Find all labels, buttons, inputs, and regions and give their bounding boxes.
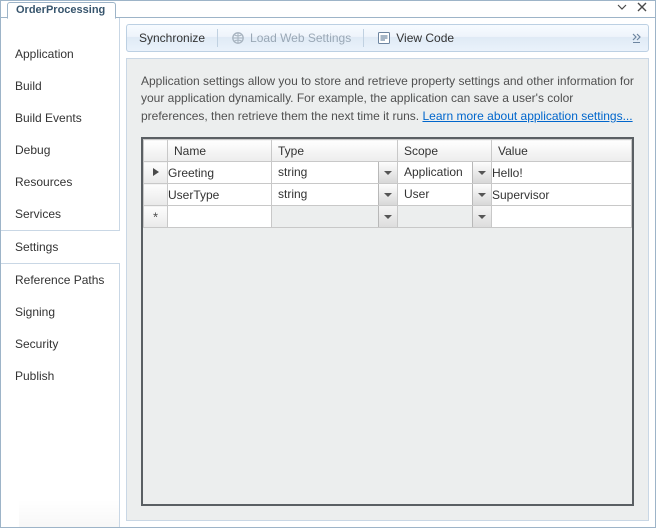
scope-value: User [398, 184, 472, 205]
column-header-scope[interactable]: Scope [398, 140, 492, 162]
dropdown-button[interactable] [472, 184, 491, 205]
type-value: string [272, 162, 378, 183]
dropdown-button[interactable] [472, 206, 491, 227]
chevron-down-icon [384, 171, 392, 175]
cell-value[interactable]: Hello! [492, 162, 632, 184]
table-row[interactable]: UserType string User [144, 184, 632, 206]
toolbar-separator [363, 29, 364, 47]
current-row-icon [152, 166, 160, 180]
chevron-down-icon [384, 193, 392, 197]
row-header[interactable] [144, 184, 168, 206]
scope-value [398, 206, 472, 227]
sidebar-item-debug[interactable]: Debug [1, 134, 119, 166]
chevron-down-icon [478, 171, 486, 175]
titlebar: OrderProcessing [1, 1, 655, 18]
sidebar-item-settings[interactable]: Settings [1, 230, 119, 264]
cell-name[interactable] [168, 206, 272, 228]
settings-grid[interactable]: Name Type Scope Value [141, 137, 634, 506]
sidebar-item-build-events[interactable]: Build Events [1, 102, 119, 134]
cell-value[interactable]: Supervisor [492, 184, 632, 206]
chevron-down-icon [478, 193, 486, 197]
toolbar-separator [217, 29, 218, 47]
synchronize-label: Synchronize [139, 31, 205, 45]
sidebar-item-application[interactable]: Application [1, 38, 119, 70]
grid-empty-area [143, 228, 632, 506]
dropdown-button[interactable] [378, 162, 397, 183]
view-code-icon [376, 30, 392, 46]
sidebar-item-services[interactable]: Services [1, 198, 119, 230]
view-code-button[interactable]: View Code [368, 28, 462, 48]
type-value [272, 206, 378, 227]
column-header-value[interactable]: Value [492, 140, 632, 162]
chevron-down-icon [478, 215, 486, 219]
toolbar: Synchronize Load Web Settings [126, 24, 649, 52]
cell-type[interactable]: string [272, 162, 398, 184]
row-selector-header [144, 140, 168, 162]
new-row-icon: * [153, 209, 158, 224]
row-header[interactable] [144, 162, 168, 184]
dropdown-button[interactable] [472, 162, 491, 183]
sidebar-item-build[interactable]: Build [1, 70, 119, 102]
cell-scope[interactable] [398, 206, 492, 228]
load-web-settings-button: Load Web Settings [222, 28, 359, 48]
table-row-new[interactable]: * [144, 206, 632, 228]
dropdown-button[interactable] [378, 206, 397, 227]
learn-more-link[interactable]: Learn more about application settings... [422, 109, 632, 123]
type-value: string [272, 184, 378, 205]
cell-type[interactable]: string [272, 184, 398, 206]
project-designer-window: OrderProcessing Application Build Build … [0, 0, 656, 528]
sidebar-item-signing[interactable]: Signing [1, 296, 119, 328]
table-row[interactable]: Greeting string Application [144, 162, 632, 184]
settings-panel: Application settings allow you to store … [126, 58, 649, 521]
load-web-settings-label: Load Web Settings [250, 31, 351, 45]
cell-value[interactable] [492, 206, 632, 228]
column-header-type[interactable]: Type [272, 140, 398, 162]
cell-scope[interactable]: User [398, 184, 492, 206]
view-code-label: View Code [396, 31, 454, 45]
description-text: Application settings allow you to store … [141, 73, 634, 125]
close-button[interactable] [637, 2, 651, 15]
sidebar: Application Build Build Events Debug Res… [1, 18, 120, 527]
cell-scope[interactable]: Application [398, 162, 492, 184]
sidebar-item-reference-paths[interactable]: Reference Paths [1, 264, 119, 296]
scope-value: Application [398, 162, 472, 183]
row-header[interactable]: * [144, 206, 168, 228]
dropdown-button[interactable] [378, 184, 397, 205]
cell-name[interactable]: UserType [168, 184, 272, 206]
chevron-down-icon [384, 215, 392, 219]
sidebar-item-publish[interactable]: Publish [1, 360, 119, 392]
column-header-name[interactable]: Name [168, 140, 272, 162]
sidebar-item-resources[interactable]: Resources [1, 166, 119, 198]
globe-icon [230, 30, 246, 46]
toolbar-overflow-button[interactable] [630, 29, 644, 47]
window-menu-button[interactable] [617, 2, 631, 15]
synchronize-button[interactable]: Synchronize [131, 29, 213, 47]
cell-type[interactable] [272, 206, 398, 228]
sidebar-item-security[interactable]: Security [1, 328, 119, 360]
cell-name[interactable]: Greeting [168, 162, 272, 184]
